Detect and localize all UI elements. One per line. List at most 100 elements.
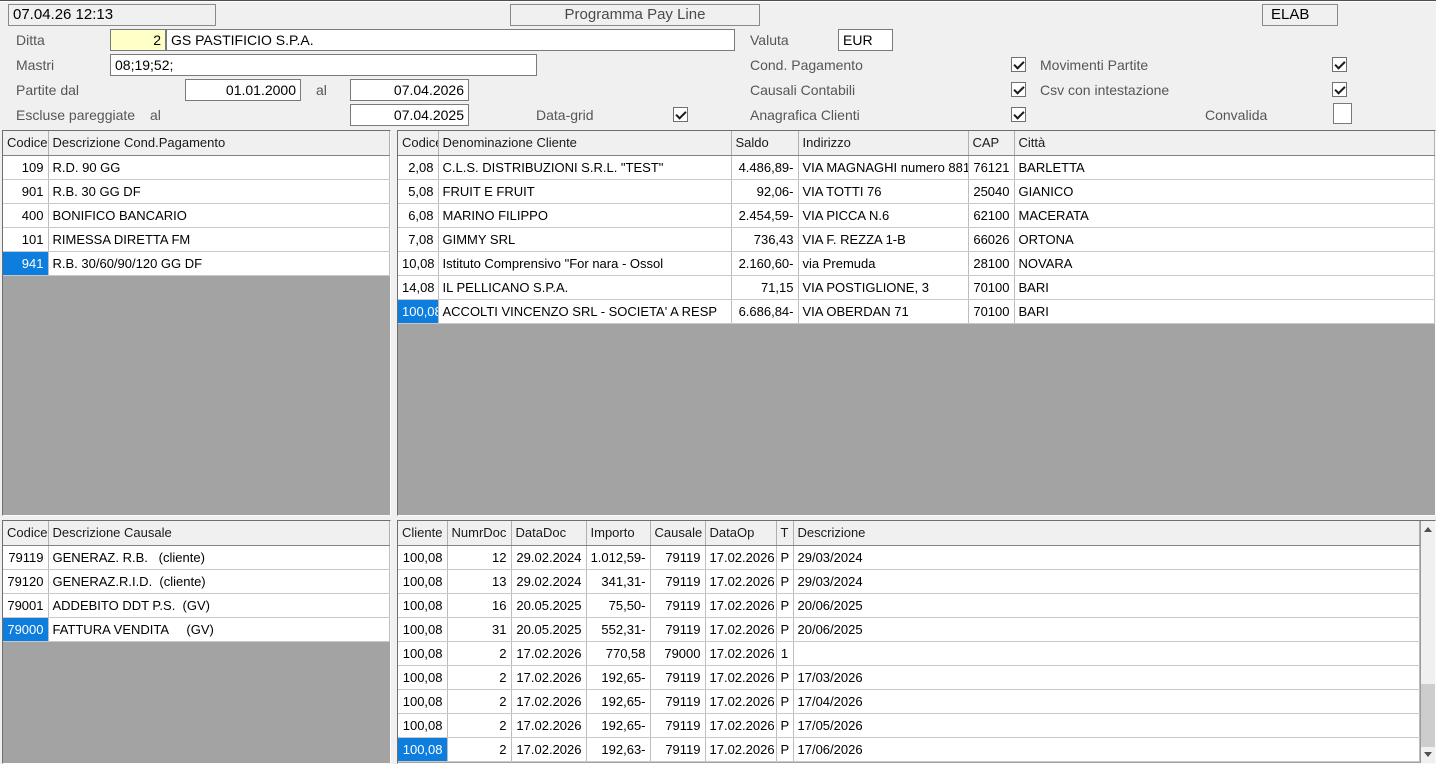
- cell[interactable]: 13: [447, 569, 511, 593]
- cell[interactable]: 17.02.2026: [705, 593, 776, 617]
- cell[interactable]: GENERAZ. R.B. (cliente): [48, 545, 390, 569]
- cell[interactable]: 2: [447, 713, 511, 737]
- cell[interactable]: 17.02.2026: [511, 689, 586, 713]
- cell[interactable]: 92,06-: [731, 179, 798, 203]
- cell[interactable]: 17.02.2026: [705, 545, 776, 569]
- cell[interactable]: [793, 641, 1420, 665]
- mastri-field[interactable]: 08;19;52;: [110, 54, 537, 76]
- cell[interactable]: via Premuda: [798, 251, 968, 275]
- cell[interactable]: P: [776, 593, 793, 617]
- cell[interactable]: 341,31-: [586, 569, 650, 593]
- cell[interactable]: BARI: [1014, 275, 1435, 299]
- cell[interactable]: 14,08: [398, 275, 438, 299]
- cell[interactable]: C.L.S. DISTRIBUZIONI S.R.L. "TEST": [438, 155, 731, 179]
- cell[interactable]: 79119: [650, 713, 705, 737]
- cell[interactable]: 736,43: [731, 227, 798, 251]
- column-header[interactable]: Causale: [650, 521, 705, 545]
- cell[interactable]: 79119: [650, 617, 705, 641]
- scrollbar-thumb[interactable]: [1421, 684, 1435, 747]
- cell[interactable]: 941: [3, 251, 48, 275]
- column-header[interactable]: Descrizione: [793, 521, 1420, 545]
- cell[interactable]: 17/06/2026: [793, 737, 1420, 761]
- cell[interactable]: 192,65-: [586, 689, 650, 713]
- cell[interactable]: 79119: [650, 665, 705, 689]
- cell[interactable]: 1: [776, 641, 793, 665]
- csv-intestazione-checkbox[interactable]: [1332, 82, 1347, 97]
- cell[interactable]: 20.05.2025: [511, 593, 586, 617]
- cell[interactable]: 7,08: [398, 227, 438, 251]
- column-header[interactable]: Codice: [398, 131, 438, 155]
- cell[interactable]: MACERATA: [1014, 203, 1435, 227]
- cell[interactable]: 400: [3, 203, 48, 227]
- cell[interactable]: P: [776, 617, 793, 641]
- scroll-down-button[interactable]: [1421, 746, 1435, 763]
- cell[interactable]: 16: [447, 593, 511, 617]
- cell[interactable]: 192,65-: [586, 665, 650, 689]
- cell[interactable]: RIMESSA DIRETTA FM: [48, 227, 390, 251]
- cell[interactable]: 6.686,84-: [731, 299, 798, 323]
- cell[interactable]: 17.02.2026: [705, 569, 776, 593]
- cell[interactable]: 552,31-: [586, 617, 650, 641]
- movimenti-partite-checkbox[interactable]: [1332, 57, 1347, 72]
- cell[interactable]: 79120: [3, 569, 48, 593]
- cell[interactable]: 6,08: [398, 203, 438, 227]
- cell[interactable]: 17.02.2026: [511, 737, 586, 761]
- cell[interactable]: 71,15: [731, 275, 798, 299]
- cell[interactable]: VIA MAGNAGHI numero 881: [798, 155, 968, 179]
- cell[interactable]: FATTURA VENDITA (GV): [48, 617, 390, 641]
- cell[interactable]: P: [776, 713, 793, 737]
- cell[interactable]: 17.02.2026: [705, 665, 776, 689]
- cell[interactable]: 29/03/2024: [793, 545, 1420, 569]
- cell[interactable]: 70100: [968, 299, 1014, 323]
- column-header[interactable]: Descrizione Causale: [48, 521, 390, 545]
- cell[interactable]: 79119: [3, 545, 48, 569]
- cell[interactable]: 100,08: [398, 593, 447, 617]
- elab-button[interactable]: ELAB: [1262, 4, 1338, 26]
- vertical-scrollbar[interactable]: [1420, 521, 1435, 763]
- column-header[interactable]: Indirizzo: [798, 131, 968, 155]
- cell[interactable]: 192,63-: [586, 737, 650, 761]
- cell[interactable]: BARI: [1014, 299, 1435, 323]
- cell[interactable]: 2.454,59-: [731, 203, 798, 227]
- cell[interactable]: GENERAZ.R.I.D. (cliente): [48, 569, 390, 593]
- cell[interactable]: 20.05.2025: [511, 617, 586, 641]
- ditta-code-field[interactable]: 2: [110, 29, 166, 51]
- cell[interactable]: VIA F. REZZA 1-B: [798, 227, 968, 251]
- cell[interactable]: 17/04/2026: [793, 689, 1420, 713]
- cell[interactable]: 31: [447, 617, 511, 641]
- cell[interactable]: 100,08: [398, 641, 447, 665]
- cell[interactable]: 770,58: [586, 641, 650, 665]
- cell[interactable]: 75,50-: [586, 593, 650, 617]
- cell[interactable]: R.D. 90 GG: [48, 155, 390, 179]
- cell[interactable]: 79119: [650, 689, 705, 713]
- cell[interactable]: 79000: [3, 617, 48, 641]
- cell[interactable]: 29.02.2024: [511, 569, 586, 593]
- cell[interactable]: FRUIT E FRUIT: [438, 179, 731, 203]
- cell[interactable]: MARINO FILIPPO: [438, 203, 731, 227]
- cell[interactable]: 29/03/2024: [793, 569, 1420, 593]
- company-name-field[interactable]: GS PASTIFICIO S.P.A.: [166, 29, 735, 51]
- cell[interactable]: 100,08: [398, 617, 447, 641]
- cell[interactable]: 79001: [3, 593, 48, 617]
- cell[interactable]: 25040: [968, 179, 1014, 203]
- cell[interactable]: 100,08: [398, 545, 447, 569]
- column-header[interactable]: Descrizione Cond.Pagamento: [48, 131, 390, 155]
- cell[interactable]: 2.160,60-: [731, 251, 798, 275]
- cell[interactable]: Istituto Comprensivo "For nara - Ossol: [438, 251, 731, 275]
- cell[interactable]: 17.02.2026: [511, 641, 586, 665]
- cell[interactable]: 79000: [650, 641, 705, 665]
- cell[interactable]: 20/06/2025: [793, 617, 1420, 641]
- cell[interactable]: 79119: [650, 545, 705, 569]
- cell[interactable]: 79119: [650, 737, 705, 761]
- causali-contabili-checkbox[interactable]: [1011, 82, 1026, 97]
- cell[interactable]: VIA PICCA N.6: [798, 203, 968, 227]
- cell[interactable]: 100,08: [398, 689, 447, 713]
- cell[interactable]: VIA OBERDAN 71: [798, 299, 968, 323]
- column-header[interactable]: T: [776, 521, 793, 545]
- cell[interactable]: 79119: [650, 593, 705, 617]
- cell[interactable]: 109: [3, 155, 48, 179]
- column-header[interactable]: Importo: [586, 521, 650, 545]
- cell[interactable]: 20/06/2025: [793, 593, 1420, 617]
- column-header[interactable]: DataOp: [705, 521, 776, 545]
- cell[interactable]: ADDEBITO DDT P.S. (GV): [48, 593, 390, 617]
